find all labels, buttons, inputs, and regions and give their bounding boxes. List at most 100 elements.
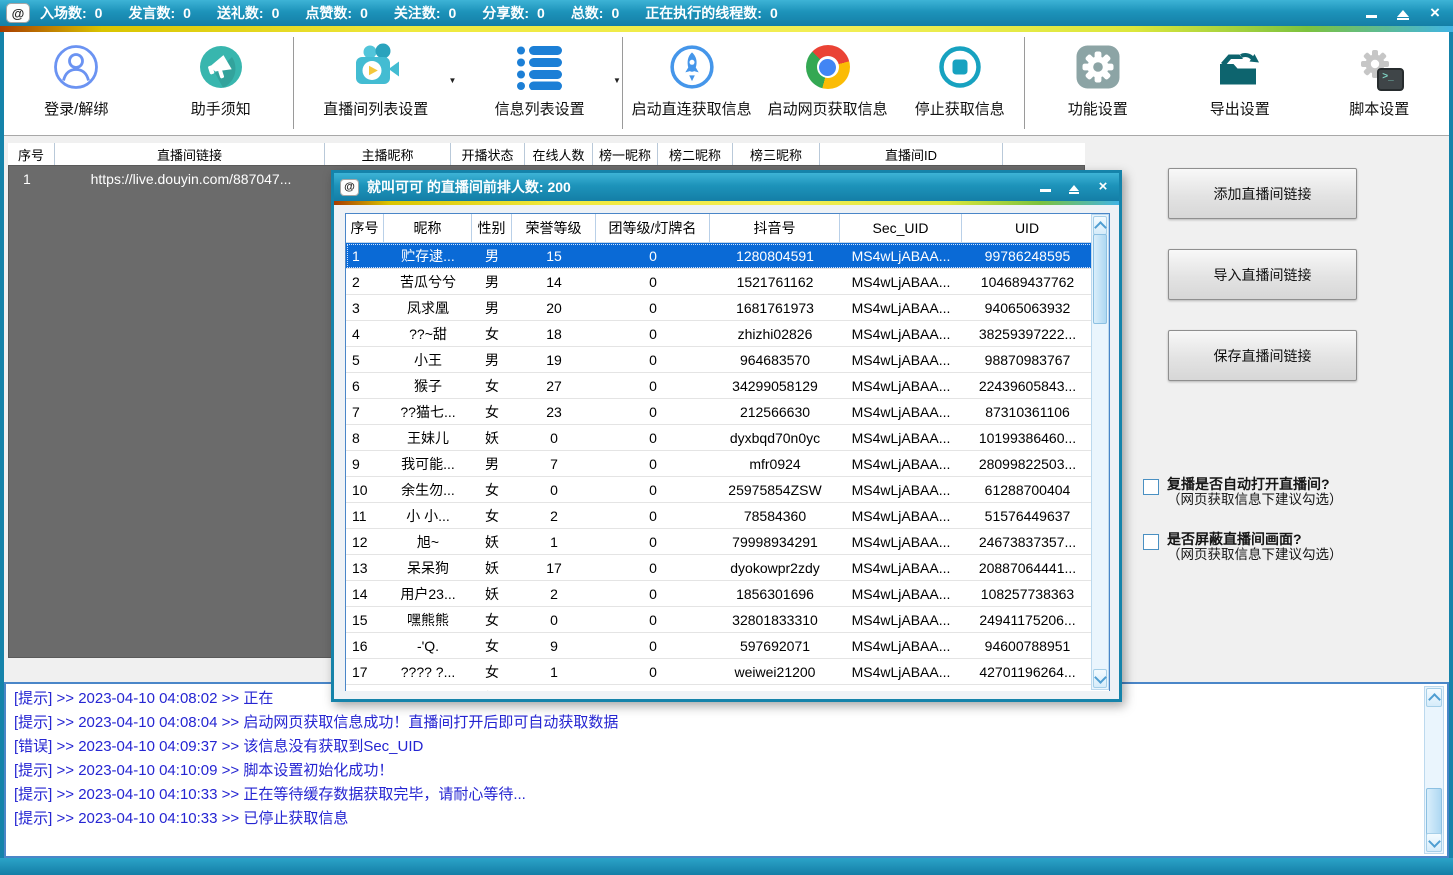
table-row[interactable]: 5小王男190964683570MS4wLjABAA...98870983767 bbox=[346, 347, 1109, 373]
table-cell: 20 bbox=[512, 300, 596, 316]
scroll-down-icon[interactable] bbox=[1093, 669, 1107, 688]
stat-gift-count: 送礼数:0 bbox=[217, 3, 279, 23]
table-cell: 15 bbox=[512, 248, 596, 264]
table-cell: 1856301696 bbox=[710, 586, 840, 602]
column-header-link[interactable]: 直播间链接 bbox=[55, 143, 325, 165]
table-cell: 0 bbox=[596, 378, 710, 394]
table-cell: 女 bbox=[472, 376, 512, 396]
chevron-down-icon[interactable]: ▼ bbox=[449, 76, 457, 85]
toolbar-assistant-notice[interactable]: 助手须知 bbox=[149, 32, 294, 135]
table-row[interactable]: 10余生勿...女0025975854ZSWMS4wLjABAA...61288… bbox=[346, 477, 1109, 503]
table-cell: ???? ?... bbox=[384, 664, 472, 680]
table-cell: 女 bbox=[472, 402, 512, 422]
toolbar-start-web-fetch[interactable]: 启动网页获取信息 bbox=[760, 32, 895, 135]
table-cell: MS4wLjABAA... bbox=[840, 300, 962, 316]
table-cell: ??~甜 bbox=[384, 324, 472, 344]
table-row[interactable]: 2苦瓜兮兮男1401521761162MS4wLjABAA...10468943… bbox=[346, 269, 1109, 295]
table-cell: 3 bbox=[512, 690, 596, 692]
table-row[interactable]: 17???? ?...女10weiwei21200MS4wLjABAA...42… bbox=[346, 659, 1109, 685]
chevron-down-icon[interactable]: ▼ bbox=[613, 76, 621, 85]
maximize-icon[interactable] bbox=[1395, 6, 1411, 20]
column-header-honor[interactable]: 荣誉等级 bbox=[512, 214, 596, 242]
table-cell: 小 小... bbox=[384, 506, 472, 526]
close-icon[interactable]: × bbox=[1095, 181, 1111, 194]
scroll-up-icon[interactable] bbox=[1426, 688, 1442, 707]
toolbar-stop-fetch[interactable]: 停止获取信息 bbox=[895, 32, 1025, 135]
column-header-index[interactable]: 序号 bbox=[346, 214, 384, 242]
toolbar-label: 直播间列表设置 bbox=[323, 98, 428, 119]
toolbar-label: 脚本设置 bbox=[1349, 98, 1409, 119]
table-row[interactable]: 8王妹儿妖00dyxbqd70n0ycMS4wLjABAA...10199386… bbox=[346, 425, 1109, 451]
stat-message-count: 发言数:0 bbox=[128, 3, 190, 23]
table-row[interactable]: 11小 小...女2078584360MS4wLjABAA...51576449… bbox=[346, 503, 1109, 529]
rainbow-stripe bbox=[334, 201, 1119, 205]
table-row[interactable]: 4??~甜女180zhizhi02826MS4wLjABAA...3825939… bbox=[346, 321, 1109, 347]
table-row[interactable]: 6猴子女27034299058129MS4wLjABAA...224396058… bbox=[346, 373, 1109, 399]
log-scrollbar[interactable] bbox=[1424, 686, 1444, 854]
table-cell: 98870983767 bbox=[962, 352, 1093, 368]
dialog-titlebar: @ 就叫可可 的直播间前排人数: 200 × bbox=[334, 173, 1119, 201]
toolbar-login-unbind[interactable]: 登录/解绑 bbox=[4, 32, 149, 135]
toolbar-script-settings[interactable]: >_ 脚本设置 bbox=[1309, 32, 1449, 135]
table-row[interactable]: 18小漂...妖30dyq...MS4wLjABAA...315735... bbox=[346, 685, 1109, 691]
maximize-icon[interactable] bbox=[1066, 181, 1082, 194]
column-header-fanclub[interactable]: 团等级/灯牌名 bbox=[596, 214, 710, 242]
table-row[interactable]: 1贮存逮...男1501280804591MS4wLjABAA...997862… bbox=[346, 243, 1109, 269]
table-cell: 315735... bbox=[962, 690, 1093, 692]
table-row[interactable]: 14用户23...妖201856301696MS4wLjABAA...10825… bbox=[346, 581, 1109, 607]
save-room-link-button[interactable]: 保存直播间链接 bbox=[1168, 330, 1357, 381]
user-table-scrollbar[interactable] bbox=[1091, 214, 1109, 690]
column-header-index[interactable]: 序号 bbox=[8, 143, 55, 165]
table-row[interactable]: 12旭~妖1079998934291MS4wLjABAA...246738373… bbox=[346, 529, 1109, 555]
table-cell: 2 bbox=[346, 274, 384, 290]
minimize-icon[interactable] bbox=[1363, 6, 1379, 20]
close-icon[interactable]: × bbox=[1427, 6, 1443, 20]
column-header-top2[interactable]: 榜二昵称 bbox=[658, 143, 733, 165]
table-row[interactable]: 9我可能...男70mfr0924MS4wLjABAA...2809982250… bbox=[346, 451, 1109, 477]
table-cell: 女 bbox=[472, 324, 512, 344]
import-room-link-button[interactable]: 导入直播间链接 bbox=[1168, 249, 1357, 300]
minimize-icon[interactable] bbox=[1037, 181, 1053, 194]
column-header-top3[interactable]: 榜三昵称 bbox=[733, 143, 820, 165]
scroll-up-icon[interactable] bbox=[1093, 216, 1107, 235]
stat-follow-count: 关注数:0 bbox=[394, 3, 456, 23]
column-header-nickname[interactable]: 昵称 bbox=[384, 214, 472, 242]
toolbar-room-list-settings[interactable]: 直播间列表设置 ▼ bbox=[294, 32, 457, 135]
column-header-sec-uid[interactable]: Sec_UID bbox=[840, 214, 962, 242]
toolbar-export-settings[interactable]: 导出设置 bbox=[1170, 32, 1310, 135]
table-row[interactable]: 16-'Q.女90597692071MS4wLjABAA...946007889… bbox=[346, 633, 1109, 659]
table-cell: MS4wLjABAA... bbox=[840, 508, 962, 524]
toolbar-info-list-settings[interactable]: 信息列表设置 ▼ bbox=[457, 32, 621, 135]
toolbar-start-direct-fetch[interactable]: 启动直连获取信息 bbox=[623, 32, 761, 135]
table-cell: 13 bbox=[346, 560, 384, 576]
app-logo-icon: @ bbox=[6, 3, 30, 23]
table-cell: 女 bbox=[472, 662, 512, 682]
toolbar-label: 信息列表设置 bbox=[495, 98, 585, 119]
table-row[interactable]: 7??猫七...女230212566630MS4wLjABAA...873103… bbox=[346, 399, 1109, 425]
add-room-link-button[interactable]: 添加直播间链接 bbox=[1168, 168, 1357, 219]
table-cell: 女 bbox=[472, 636, 512, 656]
checkbox-icon[interactable] bbox=[1143, 479, 1159, 495]
table-row[interactable]: 15嘿熊熊女0032801833310MS4wLjABAA...24941175… bbox=[346, 607, 1109, 633]
table-row[interactable]: 13呆呆狗妖170dyokowpr2zdyMS4wLjABAA...208870… bbox=[346, 555, 1109, 581]
scrollbar-thumb[interactable] bbox=[1093, 234, 1107, 324]
column-header-status[interactable]: 开播状态 bbox=[451, 143, 525, 165]
table-row[interactable]: 3凤求凰男2001681761973MS4wLjABAA...940650639… bbox=[346, 295, 1109, 321]
table-cell: 78584360 bbox=[710, 508, 840, 524]
column-header-uid[interactable]: UID bbox=[962, 214, 1093, 242]
table-cell: 1681761973 bbox=[710, 300, 840, 316]
table-cell: dyxbqd70n0yc bbox=[710, 430, 840, 446]
column-header-anchor[interactable]: 主播昵称 bbox=[325, 143, 451, 165]
column-header-online[interactable]: 在线人数 bbox=[525, 143, 593, 165]
toolbar-label: 登录/解绑 bbox=[44, 98, 108, 119]
checkbox-icon[interactable] bbox=[1143, 534, 1159, 550]
column-header-room-id[interactable]: 直播间ID bbox=[820, 143, 1003, 165]
table-cell: MS4wLjABAA... bbox=[840, 378, 962, 394]
toolbar-function-settings[interactable]: 功能设置 bbox=[1025, 32, 1170, 135]
column-header-gender[interactable]: 性别 bbox=[472, 214, 512, 242]
table-cell: 苦瓜兮兮 bbox=[384, 272, 472, 292]
checkbox-label: 复播是否自动打开直播间? bbox=[1167, 476, 1343, 492]
column-header-top1[interactable]: 榜一昵称 bbox=[593, 143, 658, 165]
column-header-douyin-id[interactable]: 抖音号 bbox=[710, 214, 840, 242]
scroll-down-icon[interactable] bbox=[1426, 833, 1442, 852]
